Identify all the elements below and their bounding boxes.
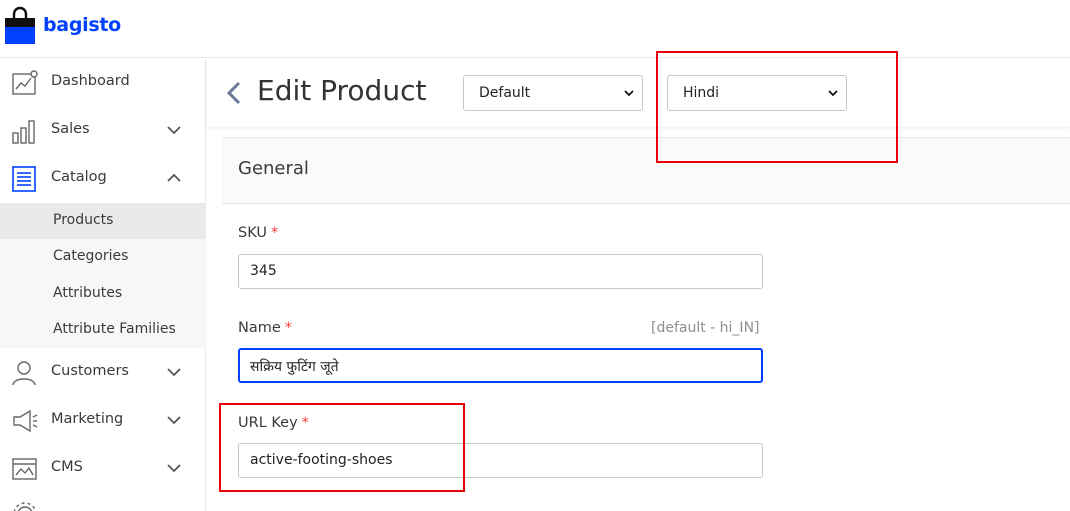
required-mark: * bbox=[284, 320, 293, 336]
channel-select-value: Default bbox=[479, 85, 531, 101]
sidebar-subitem-attributes[interactable]: Attributes bbox=[0, 276, 206, 312]
sidebar-subitem-label: Categories bbox=[53, 248, 129, 264]
annotation-box-locale bbox=[656, 51, 898, 163]
section-header[interactable]: General bbox=[222, 138, 1070, 204]
sidebar-item-catalog[interactable]: Catalog bbox=[0, 155, 206, 203]
sidebar-item-label: Catalog bbox=[51, 169, 107, 185]
megaphone-icon bbox=[13, 409, 38, 433]
sidebar-item-label: Customers bbox=[51, 363, 129, 379]
sidebar-subitem-label: Attribute Families bbox=[53, 321, 176, 337]
name-label: Name * bbox=[238, 320, 293, 336]
name-input[interactable]: सक्रिय फुटिंग जूते bbox=[238, 348, 763, 383]
annotation-box-url-key bbox=[219, 403, 465, 492]
sidebar-subitem-label: Products bbox=[53, 212, 114, 228]
sidebar-item-label: Dashboard bbox=[51, 73, 130, 89]
sku-value: 345 bbox=[250, 263, 277, 279]
logo-text[interactable]: bagisto bbox=[43, 14, 121, 36]
catalog-icon bbox=[12, 166, 36, 192]
sidebar-item-label: Sales bbox=[51, 121, 90, 137]
sidebar-item-dashboard[interactable]: Dashboard bbox=[0, 59, 206, 107]
top-bar: bagisto bbox=[0, 0, 1070, 58]
chevron-up-icon[interactable] bbox=[166, 170, 182, 186]
sidebar-item-cms[interactable]: CMS bbox=[0, 445, 206, 493]
dashboard-icon bbox=[12, 70, 38, 95]
customers-icon bbox=[12, 361, 36, 386]
sidebar-item-label: CMS bbox=[51, 459, 83, 475]
settings-gear-icon bbox=[13, 502, 37, 511]
sidebar-item-marketing[interactable]: Marketing bbox=[0, 397, 206, 445]
chevron-down-icon[interactable] bbox=[166, 364, 182, 380]
channel-select[interactable]: Default bbox=[463, 75, 643, 111]
cms-icon bbox=[12, 458, 37, 480]
sidebar-subitem-attribute-families[interactable]: Attribute Families bbox=[0, 312, 206, 348]
back-chevron-icon[interactable] bbox=[225, 80, 243, 106]
chevron-down-icon[interactable] bbox=[166, 460, 182, 476]
sidebar: Dashboard Sales Catalog Products Categor… bbox=[0, 59, 206, 511]
sidebar-subitem-categories[interactable]: Categories bbox=[0, 239, 206, 275]
page-title: Edit Product bbox=[257, 74, 427, 107]
chevron-down-icon[interactable] bbox=[166, 412, 182, 428]
sidebar-item-sales[interactable]: Sales bbox=[0, 107, 206, 155]
page-header: Edit Product Default Hindi bbox=[207, 59, 1070, 127]
name-value: सक्रिय फुटिंग जूते bbox=[250, 359, 339, 375]
sidebar-subitem-products[interactable]: Products bbox=[0, 203, 206, 239]
chevron-down-icon[interactable] bbox=[166, 122, 182, 138]
sku-label: SKU * bbox=[238, 225, 279, 241]
sales-chart-icon bbox=[12, 120, 35, 144]
required-mark: * bbox=[270, 225, 279, 241]
sidebar-item-customers[interactable]: Customers bbox=[0, 349, 206, 397]
locale-note: [default - hi_IN] bbox=[651, 320, 760, 336]
chevron-down-icon bbox=[624, 90, 634, 97]
logo-bag-icon bbox=[5, 6, 35, 44]
section-title: General bbox=[238, 158, 309, 179]
sidebar-subitem-label: Attributes bbox=[53, 285, 123, 301]
catalog-submenu: Products Categories Attributes Attribute… bbox=[0, 203, 206, 348]
sku-input[interactable]: 345 bbox=[238, 254, 763, 289]
sidebar-item-label: Marketing bbox=[51, 411, 124, 427]
